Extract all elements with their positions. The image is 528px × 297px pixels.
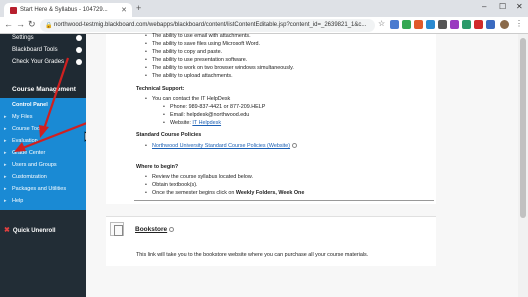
profile-avatar[interactable] [500, 20, 509, 29]
list-item: The ability to save files using Microsof… [145, 41, 260, 47]
extension-icon[interactable] [438, 20, 447, 29]
link-options-icon[interactable] [292, 143, 298, 149]
list-item: Phone: 989-837-4421 or 877-209.HELP [163, 104, 265, 110]
browser-tab[interactable]: Start Here & Syllabus - 104729... ✕ [4, 3, 132, 17]
where-to-begin-heading: Where to begin? [136, 164, 179, 170]
it-helpdesk-link[interactable]: IT Helpdesk [192, 120, 221, 126]
list-item: You can contact the IT HelpDesk [145, 96, 230, 102]
blackboard-favicon-icon [10, 7, 17, 14]
browser-tab-bar: Start Here & Syllabus - 104729... ✕ + – … [0, 0, 528, 17]
sidebar-item-customization[interactable]: ▸ Customization [0, 172, 86, 184]
sidebar-item-packages-utilities[interactable]: ▸ Packages and Utilities [0, 184, 86, 196]
unenroll-x-icon: ✖ [4, 227, 10, 234]
chevron-right-icon: ▸ [4, 198, 7, 204]
sidebar-footer [0, 210, 86, 297]
quick-unenroll-link[interactable]: ✖ Quick Unenroll [4, 226, 56, 234]
extension-icon[interactable] [450, 20, 459, 29]
list-item: Review the course syllabus located below… [145, 174, 253, 180]
chevron-right-icon: ▸ [4, 174, 7, 180]
sidebar-item-label: Packages and Utilities [12, 186, 67, 192]
list-item: The ability to work on two browser windo… [145, 65, 294, 71]
weekly-folders-text: Weekly Folders, Week One [235, 190, 305, 196]
item-options-icon[interactable] [169, 226, 175, 232]
chevron-right-icon: ▸ [4, 186, 7, 192]
sidebar-item-label: Customization [12, 174, 47, 180]
chevron-right-icon: ▸ [4, 162, 7, 168]
sidebar-item-label: Users and Groups [12, 162, 57, 168]
policies-heading: Standard Course Policies [136, 132, 202, 138]
sidebar-item-users-groups[interactable]: ▸ Users and Groups [0, 160, 86, 172]
list-item: Obtain textbook(s). [145, 182, 197, 188]
link-item-icon [110, 222, 124, 236]
quick-unenroll-label: Quick Unenroll [12, 228, 56, 234]
bookstore-title: Bookstore [135, 226, 175, 233]
list-item: The ability to use email with attachment… [145, 33, 251, 39]
extension-icon[interactable] [486, 20, 495, 29]
address-bar[interactable]: 🔒 northwood-testmig.blackboard.com/webap… [40, 19, 375, 32]
forward-icon[interactable]: → [16, 19, 25, 29]
close-window-icon[interactable]: ✕ [516, 2, 523, 11]
reload-icon[interactable]: ↻ [28, 19, 36, 30]
tab-title: Start Here & Syllabus - 104729... [20, 7, 108, 13]
new-tab-icon[interactable]: + [136, 3, 141, 13]
extension-icon[interactable] [414, 20, 423, 29]
tech-support-heading: Technical Support: [136, 86, 185, 92]
lock-icon: 🔒 [45, 23, 53, 29]
list-item: Website: IT Helpdesk [163, 120, 221, 126]
list-item: The ability to upload attachments. [145, 73, 233, 79]
back-icon[interactable]: ← [4, 19, 13, 29]
extension-icon[interactable] [426, 20, 435, 29]
maximize-icon[interactable]: ☐ [499, 2, 506, 11]
extension-icon[interactable] [462, 20, 471, 29]
list-item: The ability to copy and paste. [145, 49, 222, 55]
bookmark-star-icon[interactable]: ☆ [378, 19, 385, 28]
menu-kebab-icon[interactable]: ⋮ [515, 19, 523, 28]
bookstore-content-item [106, 216, 436, 266]
website-label: Website: [170, 120, 193, 126]
url-text: northwood-testmig.blackboard.com/webapps… [54, 22, 367, 28]
standard-policies-link[interactable]: Northwood University Standard Course Pol… [152, 143, 290, 149]
list-item: Email: helpdesk@northwood.edu [163, 112, 249, 118]
sidebar-item-label: Help [12, 198, 24, 204]
extension-icon[interactable] [402, 20, 411, 29]
scrollbar-thumb[interactable] [520, 38, 526, 218]
bookstore-link[interactable]: Bookstore [135, 226, 167, 233]
list-item: The ability to use presentation software… [145, 57, 247, 63]
bookstore-description: This link will take you to the bookstore… [136, 252, 369, 258]
minimize-icon[interactable]: – [482, 2, 486, 11]
divider [134, 200, 434, 201]
extension-icon[interactable] [390, 20, 399, 29]
list-item: Northwood University Standard Course Pol… [145, 143, 298, 149]
sidebar-item-help[interactable]: ▸ Help [0, 196, 86, 208]
close-tab-icon[interactable]: ✕ [121, 6, 127, 14]
list-item: Once the semester begins click on Weekly… [145, 190, 305, 196]
begin-text: Once the semester begins click on [152, 190, 236, 196]
extension-icon[interactable] [474, 20, 483, 29]
